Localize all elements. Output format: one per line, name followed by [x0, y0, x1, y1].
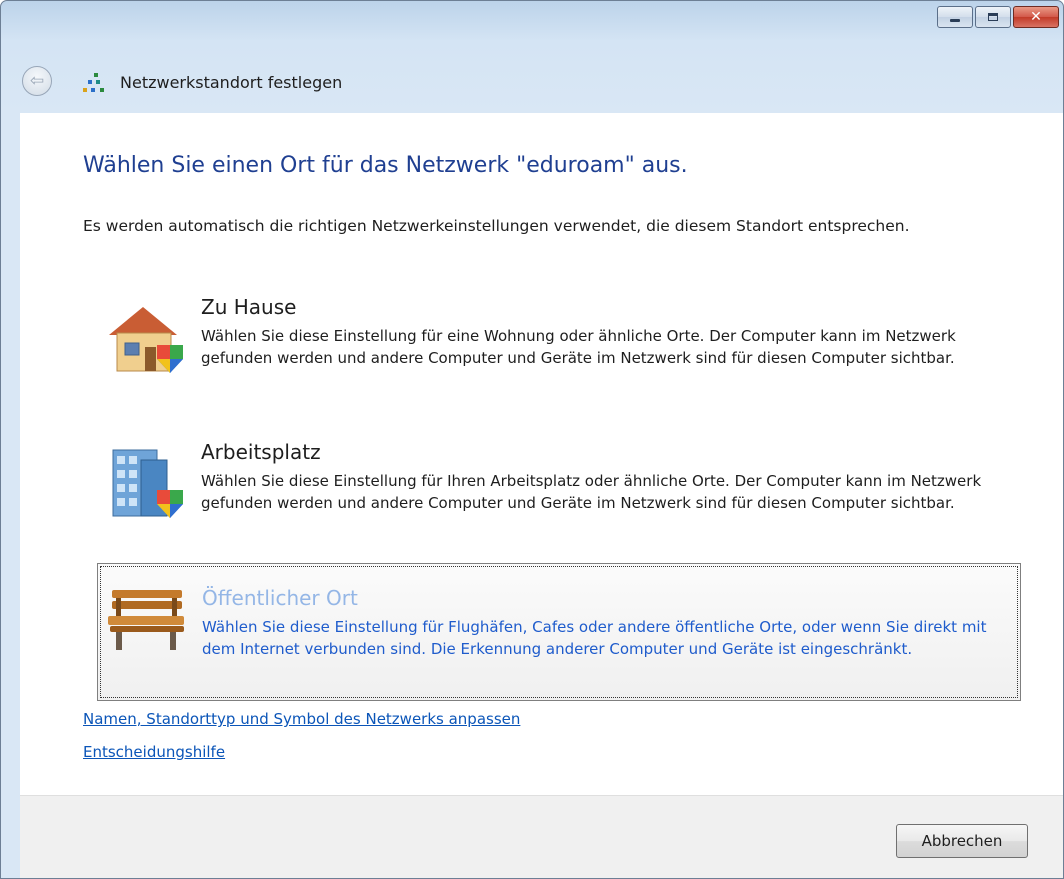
page-title: Wählen Sie einen Ort für das Netzwerk "e…	[83, 153, 688, 178]
option-public[interactable]: Öffentlicher Ort Wählen Sie diese Einste…	[97, 563, 1021, 701]
header: ⇦ Netzwerkstandort festlegen	[1, 53, 1063, 113]
option-work-description: Wählen Sie diese Einstellung für Ihren A…	[201, 472, 982, 512]
page-description: Es werden automatisch die richtigen Netz…	[83, 217, 910, 235]
window-title: Netzwerkstandort festlegen	[120, 73, 343, 92]
house-icon	[109, 307, 183, 373]
option-home[interactable]: Zu Hause Wählen Sie diese Einstellung fü…	[97, 295, 1021, 411]
footer: Abbrechen	[20, 795, 1063, 878]
maximize-icon	[988, 13, 998, 21]
back-button[interactable]: ⇦	[22, 66, 52, 96]
decision-help-link[interactable]: Entscheidungshilfe	[83, 743, 225, 761]
content-panel: Wählen Sie einen Ort für das Netzwerk "e…	[20, 113, 1063, 795]
close-button[interactable]: ✕	[1013, 6, 1059, 28]
office-building-icon	[112, 449, 183, 518]
close-icon: ✕	[1030, 9, 1042, 25]
park-bench-icon	[108, 590, 184, 650]
back-arrow-icon: ⇦	[29, 70, 45, 91]
minimize-button[interactable]	[937, 6, 973, 28]
cancel-button[interactable]: Abbrechen	[896, 824, 1028, 858]
maximize-button[interactable]	[975, 6, 1011, 28]
option-work-title: Arbeitsplatz	[201, 440, 321, 464]
option-home-description: Wählen Sie diese Einstellung für eine Wo…	[201, 327, 956, 367]
option-public-description: Wählen Sie diese Einstellung für Flughäf…	[202, 618, 987, 658]
option-home-title: Zu Hause	[201, 295, 297, 319]
network-icon	[83, 73, 104, 92]
minimize-icon	[950, 19, 960, 22]
window-controls: ✕	[937, 6, 1059, 28]
option-public-title: Öffentlicher Ort	[202, 586, 358, 610]
option-work[interactable]: Arbeitsplatz Wählen Sie diese Einstellun…	[97, 440, 1021, 556]
customize-network-link[interactable]: Namen, Standorttyp und Symbol des Netzwe…	[83, 710, 520, 728]
dialog-window: ✕ ⇦ Netzwerkstandort festlegen Wählen Si…	[0, 0, 1064, 879]
